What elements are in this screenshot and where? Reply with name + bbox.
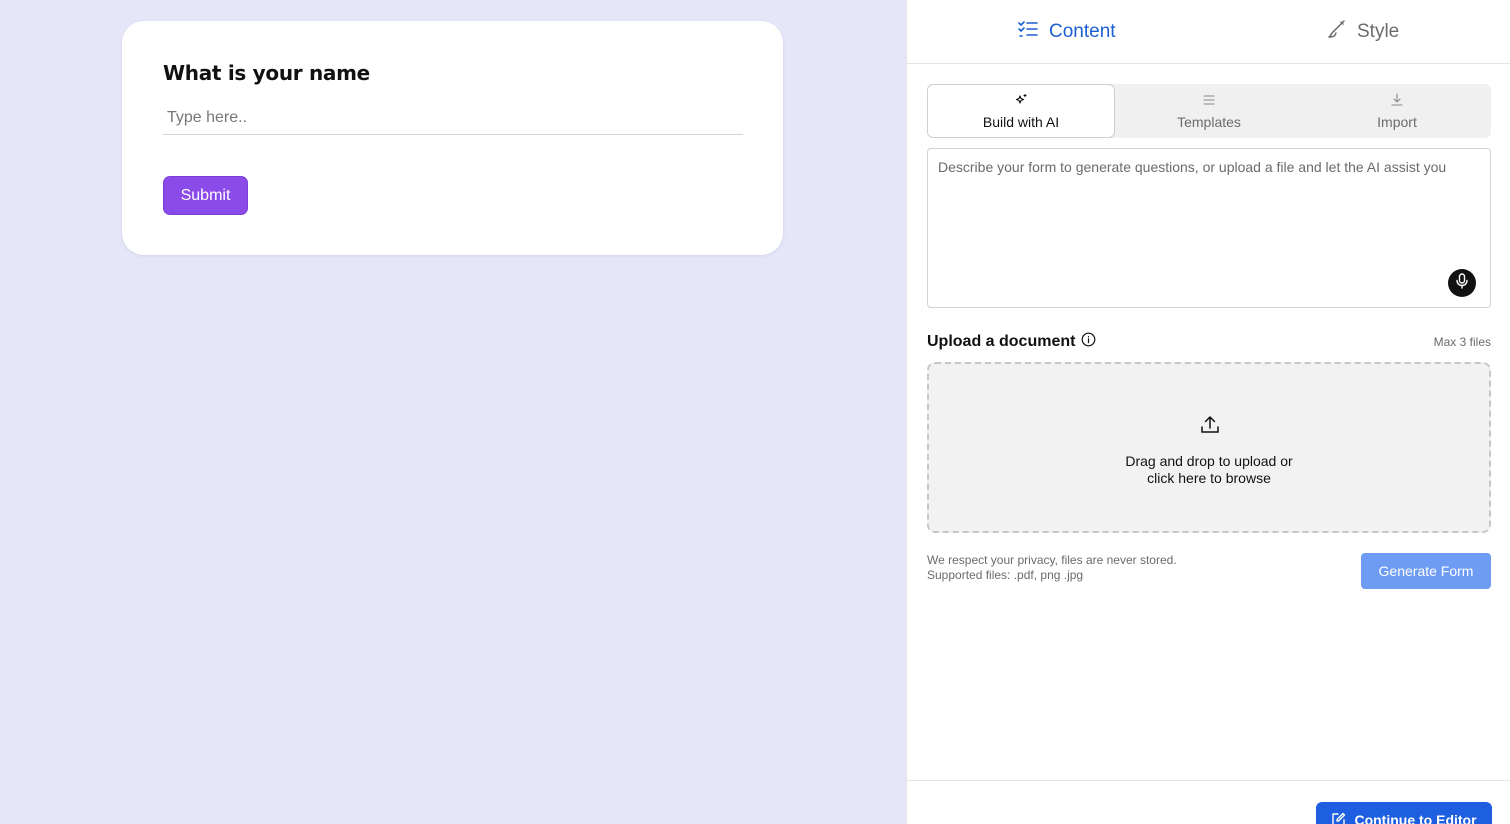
brush-icon (1325, 18, 1347, 46)
tab-style-label: Style (1357, 21, 1400, 42)
microphone-button[interactable] (1448, 269, 1476, 297)
max-files-note: Max 3 files (1433, 335, 1491, 349)
continue-to-editor-button[interactable]: Continue to Editor (1316, 802, 1492, 824)
submit-button[interactable]: Submit (163, 176, 248, 215)
mode-import[interactable]: Import (1303, 84, 1491, 138)
tab-content[interactable]: Content (1017, 0, 1116, 64)
tab-style[interactable]: Style (1325, 0, 1399, 64)
tab-content-label: Content (1049, 21, 1116, 42)
mode-templates-label: Templates (1177, 113, 1241, 130)
dropzone-line-2: click here to browse (1147, 470, 1271, 486)
editor-tabs: Content Style (907, 0, 1510, 64)
privacy-note: We respect your privacy, files are never… (927, 553, 1177, 583)
list-check-icon (1017, 18, 1039, 46)
dropzone-text: Drag and drop to upload or click here to… (929, 453, 1489, 487)
microphone-icon (1455, 272, 1469, 294)
panel-footer: Continue to Editor (907, 780, 1510, 824)
form-card: What is your name Submit (122, 21, 783, 255)
info-icon[interactable] (1081, 332, 1096, 352)
answer-input[interactable] (163, 101, 743, 135)
sparkle-icon (1014, 93, 1028, 110)
form-preview: What is your name Submit (0, 0, 906, 824)
privacy-line-2: Supported files: .pdf, png .jpg (927, 568, 1084, 582)
privacy-line-1: We respect your privacy, files are never… (927, 553, 1177, 567)
edit-icon (1331, 812, 1346, 824)
generate-form-button[interactable]: Generate Form (1361, 553, 1491, 589)
mode-templates[interactable]: Templates (1115, 84, 1303, 138)
file-dropzone[interactable]: Drag and drop to upload or click here to… (927, 362, 1491, 533)
dropzone-line-1: Drag and drop to upload or (1125, 453, 1293, 469)
mode-build-label: Build with AI (982, 113, 1060, 130)
upload-icon (1199, 414, 1221, 436)
mode-import-label: Import (1377, 113, 1417, 130)
download-icon (1390, 92, 1404, 110)
question-title: What is your name (163, 61, 370, 85)
editor-panel: Content Style Build with AI Templates Im… (906, 0, 1510, 824)
mode-selector: Build with AI Templates Import (927, 84, 1491, 138)
form-description-input[interactable] (927, 148, 1491, 308)
continue-label: Continue to Editor (1354, 812, 1477, 824)
upload-section-title: Upload a document (927, 332, 1096, 352)
menu-lines-icon (1202, 93, 1216, 110)
upload-title-text: Upload a document (927, 333, 1076, 350)
mode-build-with-ai[interactable]: Build with AI (927, 84, 1115, 138)
